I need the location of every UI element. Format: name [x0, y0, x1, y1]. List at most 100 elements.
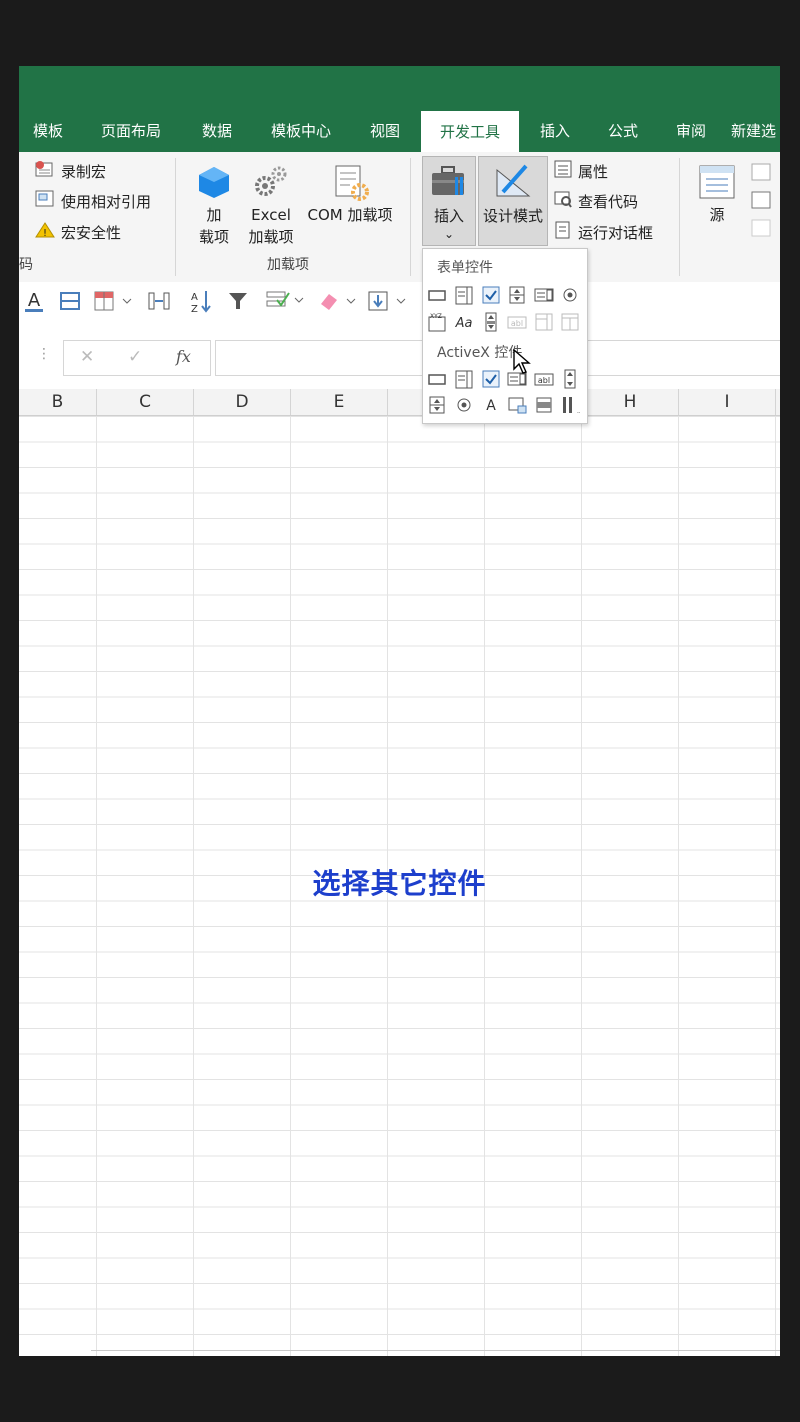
relative-reference-label: 使用相对引用 — [61, 192, 152, 211]
excel-window: 模板 页面布局 数据 模板中心 视图 开发工具 插入 公式 审阅 新建选 录制宏… — [19, 66, 780, 1356]
form-controls-header: 表单控件 — [437, 260, 493, 276]
ribbon: 录制宏 使用相对引用 ! 宏安全性 码 加 载项 Excel 加载项 COM 加… — [19, 152, 780, 283]
column-header-c[interactable]: C — [97, 389, 194, 415]
tab-view[interactable]: 视图 — [357, 110, 413, 152]
form-button-icon[interactable] — [427, 285, 447, 305]
svg-text:!: ! — [43, 228, 47, 239]
warning-icon: ! — [35, 221, 55, 243]
tab-page-layout[interactable]: 页面布局 — [89, 110, 173, 152]
activex-checkbox-icon[interactable] — [481, 369, 501, 389]
tab-formulas[interactable]: 公式 — [595, 110, 651, 152]
view-code-label: 查看代码 — [578, 192, 639, 211]
font-color-icon[interactable]: A — [23, 288, 45, 318]
properties-button[interactable]: 属性 — [554, 160, 608, 182]
form-combo-list-edit-icon[interactable] — [534, 312, 554, 332]
svg-text:...: ... — [577, 408, 580, 415]
caption-text: 选择其它控件 — [312, 867, 487, 900]
column-header-h[interactable]: H — [582, 389, 679, 415]
activex-option-button-icon[interactable] — [454, 395, 474, 415]
activex-text-box-icon[interactable]: abl — [534, 369, 554, 389]
macro-security-button[interactable]: ! 宏安全性 — [35, 221, 121, 243]
addins-label-line2: 载项 — [198, 228, 229, 246]
insert-function-icon[interactable]: fx — [176, 347, 191, 366]
svg-text:abl: abl — [511, 319, 523, 328]
activex-controls-header: ActiveX 控件 — [437, 345, 523, 361]
sheet-bottom-border — [91, 1350, 780, 1351]
tab-template-center[interactable]: 模板中心 — [259, 110, 343, 152]
properties-label: 属性 — [578, 162, 609, 181]
column-header-i[interactable]: I — [679, 389, 776, 415]
form-option-button-icon[interactable] — [560, 285, 580, 305]
xml-source-label: 源 — [709, 206, 725, 224]
design-mode-icon — [479, 157, 547, 205]
form-spinner-icon[interactable] — [507, 285, 527, 305]
addins-icon — [189, 160, 239, 204]
form-label-icon[interactable]: Aa — [454, 312, 474, 332]
activex-command-button-icon[interactable] — [427, 369, 447, 389]
svg-text:abl: abl — [538, 376, 550, 385]
activex-label-icon[interactable]: A — [481, 395, 501, 415]
activex-image-icon[interactable] — [507, 395, 527, 415]
tab-template[interactable]: 模板 — [19, 110, 77, 152]
tab-developer[interactable]: 开发工具 — [421, 111, 519, 152]
confirm-icon[interactable]: ✓ — [128, 347, 142, 367]
insert-controls-dropdown: 表单控件 XYZ Aa abl ActiveX 控件 abl A ... — [422, 248, 588, 424]
tab-insert[interactable]: 插入 — [527, 110, 583, 152]
svg-text:A: A — [191, 292, 198, 303]
column-header-e[interactable]: E — [291, 389, 388, 415]
activex-combo-box-icon[interactable] — [454, 369, 474, 389]
format-table-icon[interactable] — [93, 290, 133, 316]
group-divider — [410, 158, 411, 276]
xml-source-icon — [695, 160, 739, 204]
clear-icon[interactable] — [317, 290, 357, 316]
cancel-icon[interactable]: ✕ — [80, 347, 94, 367]
form-text-field-icon[interactable]: abl — [507, 312, 527, 332]
view-code-icon — [554, 190, 572, 212]
merge-cells-icon[interactable] — [59, 290, 81, 316]
svg-text:A: A — [486, 398, 496, 414]
tab-new[interactable]: 新建选 — [731, 110, 780, 152]
sort-icon[interactable]: AZ — [189, 288, 213, 318]
record-macro-button[interactable]: 录制宏 — [35, 160, 106, 182]
group-divider — [175, 158, 176, 276]
run-dialog-button[interactable]: 运行对话框 — [554, 221, 653, 243]
form-checkbox-icon[interactable] — [481, 285, 501, 305]
column-header-b[interactable]: B — [19, 389, 97, 415]
design-mode-label: 设计模式 — [482, 207, 543, 225]
tab-data[interactable]: 数据 — [189, 110, 245, 152]
filter-icon[interactable] — [227, 290, 249, 316]
relative-reference-icon — [35, 190, 55, 212]
form-combo-box-icon[interactable] — [454, 285, 474, 305]
tab-review[interactable]: 审阅 — [663, 110, 719, 152]
com-addins-icon — [302, 160, 398, 204]
fill-down-icon[interactable] — [367, 290, 407, 316]
activex-scroll-bar-icon[interactable] — [560, 369, 580, 389]
mouse-cursor-icon — [512, 348, 532, 379]
form-combo-dropdown-edit-icon[interactable] — [560, 312, 580, 332]
form-list-box-icon[interactable] — [534, 285, 554, 305]
design-mode-button[interactable]: 设计模式 — [478, 156, 548, 246]
activex-toggle-button-icon[interactable] — [534, 395, 554, 415]
form-group-box-icon[interactable]: XYZ — [427, 312, 447, 332]
form-scroll-bar-icon[interactable] — [481, 312, 501, 332]
data-validation-icon[interactable] — [265, 288, 305, 316]
column-width-icon[interactable] — [147, 290, 171, 316]
addins-button[interactable]: 加 载项 — [189, 160, 239, 248]
column-header-d[interactable]: D — [194, 389, 291, 415]
relative-reference-button[interactable]: 使用相对引用 — [35, 190, 151, 212]
xml-map-icon[interactable] — [751, 162, 773, 246]
activex-spin-button-icon[interactable] — [427, 395, 447, 415]
insert-control-button[interactable]: 插入 ⌄ — [422, 156, 476, 246]
grip-icon: ⋮ — [37, 346, 51, 362]
com-addins-label: COM 加载项 — [307, 206, 393, 224]
quick-toolbar: A AZ — [19, 282, 780, 322]
record-macro-icon — [35, 160, 55, 182]
properties-icon — [554, 160, 572, 182]
ribbon-tab-bar: 模板 页面布局 数据 模板中心 视图 开发工具 插入 公式 审阅 新建选 — [19, 110, 780, 152]
com-addins-button[interactable]: COM 加载项 — [302, 160, 398, 226]
view-code-button[interactable]: 查看代码 — [554, 190, 638, 212]
more-controls-icon[interactable]: ... — [560, 395, 580, 415]
excel-addins-button[interactable]: Excel 加载项 — [245, 160, 297, 248]
xml-source-button[interactable]: 源 — [695, 160, 739, 226]
run-dialog-icon — [554, 221, 572, 243]
